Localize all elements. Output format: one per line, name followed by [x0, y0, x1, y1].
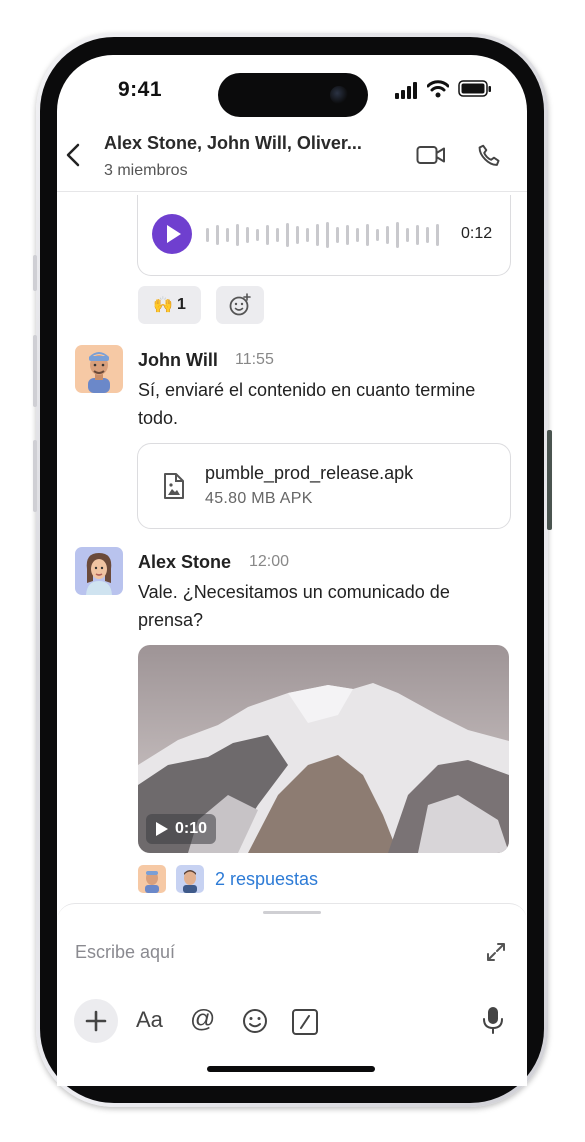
- avatar[interactable]: [75, 547, 123, 595]
- emoji-icon[interactable]: [241, 1007, 269, 1035]
- reply-avatar: [176, 865, 204, 893]
- composer: [57, 903, 527, 1086]
- video-call-icon[interactable]: [416, 143, 446, 167]
- home-indicator[interactable]: [207, 1066, 375, 1072]
- avatar-john-will: [88, 352, 110, 393]
- play-icon: [167, 225, 181, 243]
- add-emoji-icon: [229, 293, 251, 316]
- microphone-icon[interactable]: [481, 1005, 505, 1035]
- file-name: pumble_prod_release.apk: [205, 463, 414, 483]
- avatar[interactable]: [75, 345, 123, 393]
- slash-command-icon[interactable]: [291, 1008, 319, 1036]
- message-time: 12:00: [249, 553, 290, 570]
- battery-icon: [458, 80, 491, 97]
- reply-avatar-oliver: [183, 870, 197, 893]
- status-time: 9:41: [118, 78, 163, 101]
- raised-hands-emoji: 🙌: [153, 297, 173, 314]
- file-icon: [164, 473, 184, 499]
- wifi-icon: [427, 80, 449, 98]
- add-reaction-button[interactable]: [216, 286, 264, 324]
- message-time: 11:55: [235, 351, 274, 368]
- silent-switch: [33, 255, 37, 291]
- attach-button[interactable]: [74, 999, 118, 1043]
- power-button: [547, 430, 552, 530]
- message-text: Sí, enviaré el contenido en cuanto termi…: [138, 380, 476, 428]
- message-input[interactable]: Escribe aquí: [75, 942, 175, 963]
- audio-waveform[interactable]: [206, 221, 448, 249]
- volume-up-button: [33, 335, 37, 407]
- play-icon: [155, 822, 168, 836]
- expand-icon[interactable]: [485, 941, 507, 963]
- message-text: Vale. ¿Necesitamos un comunicado de pren…: [138, 582, 450, 630]
- reaction-count: 1: [177, 296, 186, 313]
- format-text-button[interactable]: Aa: [136, 1007, 163, 1033]
- reaction-chip[interactable]: 🙌 1: [138, 286, 201, 324]
- composer-grabber[interactable]: [263, 911, 321, 914]
- phone-call-icon[interactable]: [476, 143, 502, 169]
- signal-icon: [395, 82, 417, 99]
- avatar-alex-stone: [86, 553, 112, 595]
- plus-icon: [85, 1010, 107, 1032]
- reply-avatar: [138, 865, 166, 893]
- front-camera: [330, 86, 348, 104]
- video-duration: 0:10: [174, 820, 208, 837]
- file-meta: 45.80 MB APK: [205, 490, 313, 507]
- header-divider: [57, 191, 527, 192]
- member-count[interactable]: 3 miembros: [104, 162, 188, 180]
- replies-link[interactable]: 2 respuestas: [215, 869, 318, 890]
- file-attachment[interactable]: [137, 443, 511, 529]
- reply-avatar-john: [145, 871, 159, 893]
- message-author[interactable]: John Will: [138, 350, 218, 371]
- message-author[interactable]: Alex Stone: [138, 552, 231, 573]
- mention-button[interactable]: @: [190, 1005, 215, 1034]
- play-button[interactable]: [152, 214, 192, 254]
- back-icon[interactable]: [64, 142, 84, 168]
- conversation-title[interactable]: Alex Stone, John Will, Oliver...: [104, 133, 362, 154]
- voice-duration: 0:12: [461, 225, 493, 242]
- volume-down-button: [33, 440, 37, 512]
- video-duration-badge: 0:10: [146, 814, 216, 844]
